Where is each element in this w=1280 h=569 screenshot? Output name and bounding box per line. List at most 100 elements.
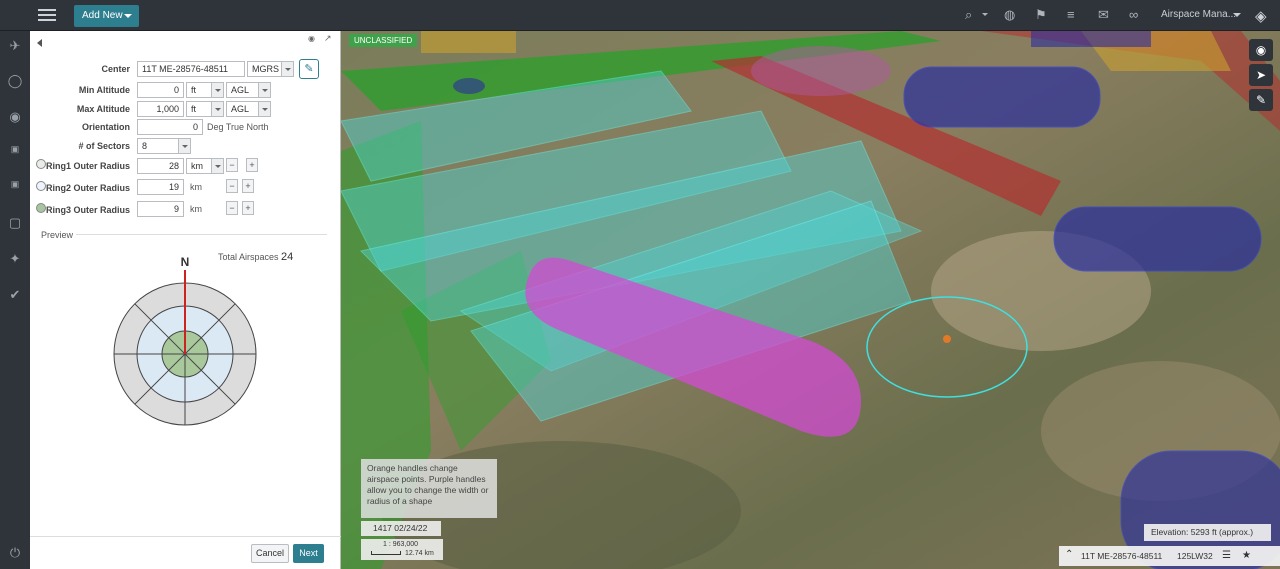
center-input[interactable]: 11T ME-28576-48511 [137,61,245,77]
pencil-icon: ✎ [304,63,314,75]
back-arrow-icon[interactable] [37,39,42,47]
orientation-input[interactable]: 0 [137,119,203,135]
max-altitude-unit-select[interactable]: ft [186,101,212,117]
min-altitude-unit-select[interactable]: ft [186,82,212,98]
tools-icon[interactable]: ✦ [7,251,23,267]
chevron-down-icon[interactable] [1233,13,1241,17]
ring2-label: Ring2 Outer Radius [45,183,130,193]
ring3-label: Ring3 Outer Radius [45,205,130,215]
preview-divider [76,234,327,235]
coordinate-bar: ⌃ 11T ME-28576-48511 125LW32 ☰ ★ [1059,546,1280,566]
ring1-label: Ring1 Outer Radius [45,161,130,171]
max-altitude-input[interactable]: 1,000 [137,101,184,117]
navy-strip [1031,31,1151,47]
min-altitude-unit-dropdown[interactable] [211,82,224,98]
sectors-select[interactable]: 8 [137,138,179,154]
power-icon[interactable]: ⏻ [7,545,23,561]
scale-bar: 1 : 963,000 12.74 km [361,539,443,560]
popout-icon[interactable]: ↗ [324,33,332,44]
orientation-unit: Deg True North [207,122,269,132]
sector-preview-diagram: N [113,255,257,426]
ring3-minus-button[interactable]: − [226,201,238,215]
ring2-radius-input[interactable]: 19 [137,179,184,195]
grid-ref-readout: 125LW32 [1177,551,1213,561]
globe-icon: ◉ [1255,43,1267,57]
add-new-button[interactable]: Add New [74,5,139,27]
flag-icon[interactable]: ⚑ [1035,7,1047,23]
acm-icon[interactable]: ▣ [7,179,23,190]
min-altitude-ref-dropdown[interactable] [258,82,271,98]
sectors-label: # of Sectors [78,141,130,151]
navigate-button[interactable]: ➤ [1249,64,1273,86]
navy-small [453,78,485,94]
ring3-radius-input[interactable]: 9 [137,201,184,217]
coord-readout: 11T ME-28576-48511 [1081,551,1163,561]
ring1-unit-dropdown[interactable] [211,158,224,174]
mail-icon[interactable]: ✉ [1098,7,1109,23]
footer-divider [30,536,341,537]
ring3-plus-button[interactable]: + [242,201,254,215]
list-icon[interactable]: ☰ [1222,546,1231,566]
arrow-icon: ➤ [1255,68,1267,82]
edit-pencil-button[interactable]: ✎ [299,59,319,79]
airspace-panel: ◉ ↗ Center 11T ME-28576-48511 MGRS ✎ Min… [30,31,341,569]
preview-label: Preview [41,230,74,240]
top-bar: Add New ⌕ ◍ ⚑ ≡ ✉ ∞ Airspace Mana... ◈ [0,0,1280,31]
scale-distance: 12.74 km [405,550,434,557]
eye-icon[interactable]: ◉ [308,34,315,43]
center-format-dropdown[interactable] [281,61,294,77]
airplane-icon[interactable]: ✈ [7,38,23,54]
center-format-select[interactable]: MGRS [247,61,282,77]
globe-icon[interactable]: ◍ [1004,7,1015,23]
orientation-label: Orientation [81,122,130,132]
ato-icon[interactable]: ▣ [7,144,23,155]
chevron-down-icon [124,14,132,18]
add-new-label: Add New [82,10,123,21]
measure-button[interactable]: ✎ [1249,89,1273,111]
total-airspaces-count: 24 [281,251,294,263]
orange-handle [943,335,951,343]
database-icon[interactable]: ◯ [7,73,23,89]
max-altitude-ref-dropdown[interactable] [258,101,271,117]
scale-ratio: 1 : 963,000 [383,541,419,548]
ring1-unit-select[interactable]: km [186,158,212,174]
ring2-unit: km [190,182,202,192]
ring3-unit: km [190,204,202,214]
user-menu[interactable]: Airspace Mana... [1161,9,1236,20]
ring1-minus-button[interactable]: − [226,158,238,172]
yellow-grid-1 [421,31,516,53]
next-button[interactable]: Next [293,544,324,563]
check-circle-icon[interactable]: ✔ [7,287,23,303]
globe-view-button[interactable]: ◉ [1249,39,1273,61]
cancel-button[interactable]: Cancel [251,544,289,563]
chevron-up-icon[interactable]: ⌃ [1065,545,1073,565]
map-date: 1417 02/24/22 [361,521,441,536]
ring2-minus-button[interactable]: − [226,179,238,193]
menu-icon[interactable] [38,9,56,22]
sectors-dropdown[interactable] [178,138,191,154]
elevation-readout: Elevation: 5293 ft (approx.) [1144,524,1271,541]
ring2-plus-button[interactable]: + [242,179,254,193]
ring1-radius-input[interactable]: 28 [137,158,184,174]
folder-icon[interactable]: ▢ [7,215,23,231]
min-altitude-label: Min Altitude [78,85,130,95]
link-icon[interactable]: ∞ [1129,7,1138,22]
ruler-icon: ✎ [1255,93,1267,107]
max-altitude-unit-dropdown[interactable] [211,101,224,117]
star-icon[interactable]: ★ [1242,546,1251,566]
min-altitude-ref-select[interactable]: AGL [226,82,259,98]
map-pin-icon[interactable]: ◉ [7,109,23,125]
center-label: Center [101,64,130,74]
navy-stadium-2 [1053,206,1262,272]
map-hint: Orange handles change airspace points. P… [361,459,497,518]
search-icon[interactable]: ⌕ [965,7,972,23]
database-icon[interactable]: ≡ [1067,7,1075,22]
north-arrow-icon: N [181,255,190,269]
ring1-plus-button[interactable]: + [246,158,258,172]
search-chevron-icon[interactable] [982,13,988,16]
max-altitude-ref-select[interactable]: AGL [226,101,259,117]
scale-graphic [371,551,401,555]
layers-icon[interactable]: ◈ [1255,7,1267,25]
map-view[interactable]: UNCLASSIFIED ◉ ➤ ✎ Orange handles change… [341,31,1280,569]
min-altitude-input[interactable]: 0 [137,82,184,98]
